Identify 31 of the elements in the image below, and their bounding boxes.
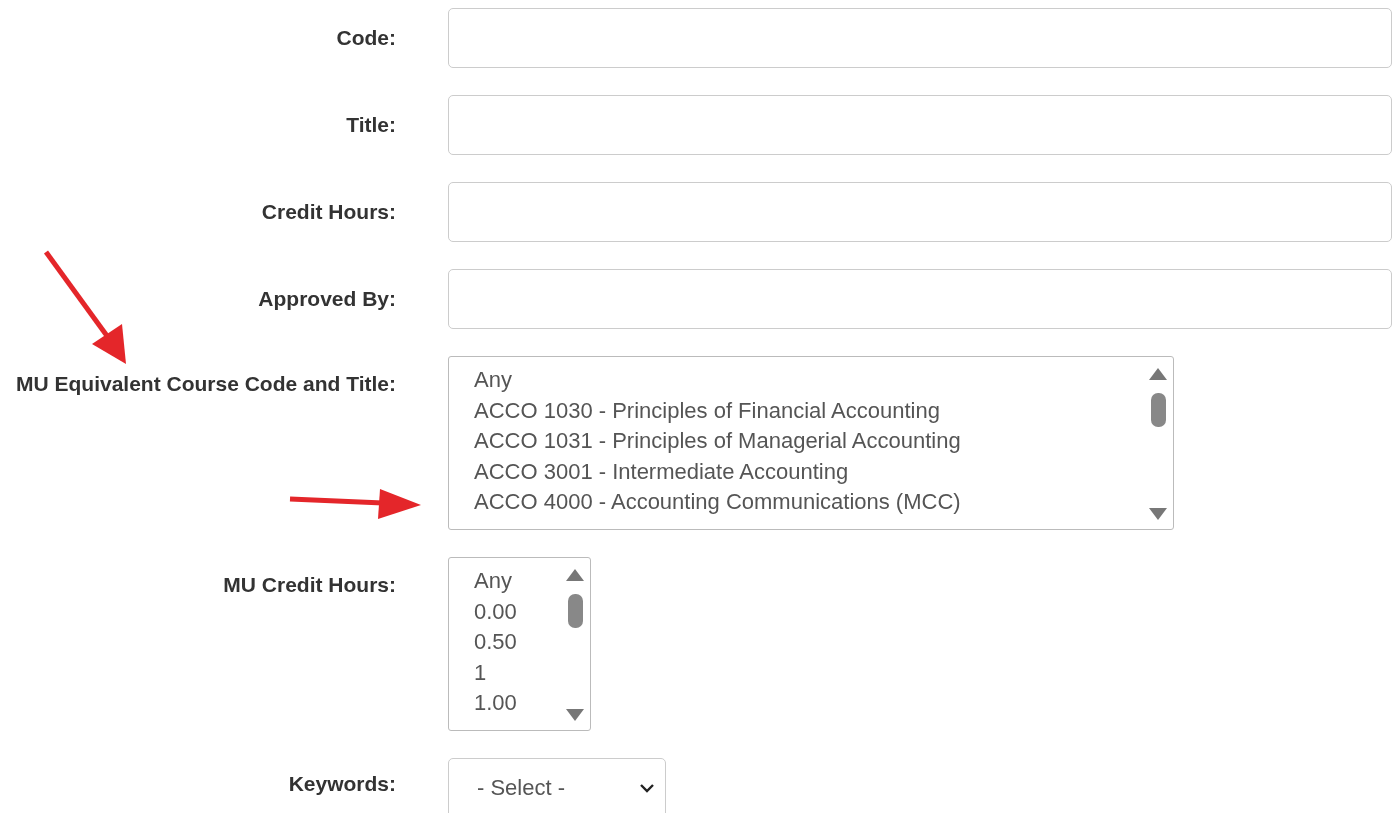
list-option[interactable]: ACCO 1030 - Principles of Financial Accounting [474,395,1143,426]
scroll-up-icon[interactable] [565,568,585,582]
field-label: Code: [336,25,396,51]
scrollbar-thumb[interactable] [1150,393,1166,427]
scroll-up-icon[interactable] [1148,367,1168,381]
scroll-down-icon[interactable] [1148,507,1168,521]
list-box[interactable]: Any ACCO 1030 - Principles of Financial Accounting ACCO 1031 - Principles of Managerial Accounting ACCO 3001 - Intermediate Accounting ACCO 4000 - Accounting Communications (MCC) [448,356,1174,530]
list-option[interactable]: 0.00 [474,596,560,627]
chevron-down-icon [639,783,655,793]
text-input[interactable] [448,8,1392,68]
list-option[interactable]: ACCO 1031 - Principles of Managerial Accounting [474,426,1143,457]
list-option[interactable]: 0.50 [474,627,560,658]
text-input[interactable] [448,269,1392,329]
scrollbar-thumb[interactable] [567,594,583,628]
list-option[interactable]: ACCO 3001 - Intermediate Accounting [474,456,1143,487]
scroll-down-icon[interactable] [565,708,585,722]
list-option[interactable]: 1.00 [474,688,560,719]
field-label: Keywords: [288,771,396,797]
field-label: Approved By: [258,286,396,312]
list-option[interactable]: 1 [474,657,560,688]
text-input[interactable] [448,95,1392,155]
list-option[interactable]: Any [474,365,1143,396]
field-label: Title: [346,112,396,138]
list-option[interactable]: ACCO 4000 - Accounting Communications (MCC) [474,487,1143,518]
list-box[interactable]: Any 0.00 0.50 1 1.00 [448,557,591,731]
field-label: MU Equivalent Course Code and Title: [16,371,396,397]
field-label: Credit Hours: [261,199,396,225]
list-option[interactable]: Any [474,566,560,597]
text-input[interactable] [448,182,1392,242]
field-label: MU Credit Hours: [223,572,396,598]
dropdown-select[interactable]: - Select - [448,758,666,813]
